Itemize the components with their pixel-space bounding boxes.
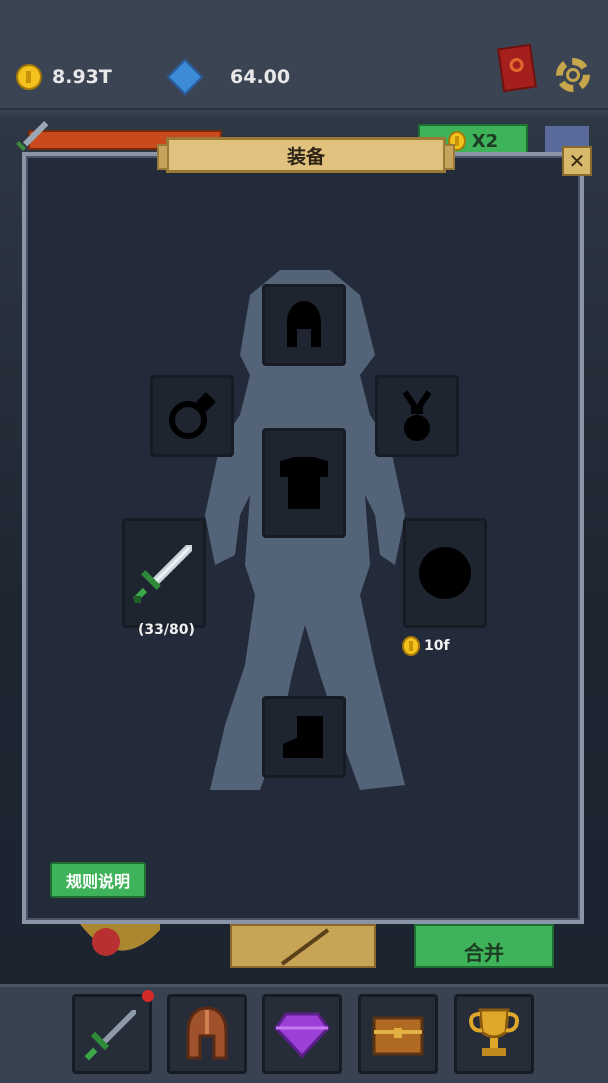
ring-icon — [169, 392, 216, 439]
spellbook-icon[interactable] — [497, 43, 537, 93]
sword-icon — [84, 1010, 136, 1061]
gold-counter: 8.93T — [16, 60, 112, 94]
gear-icon[interactable] — [556, 58, 590, 92]
ring-slot[interactable] — [150, 375, 234, 457]
gold-coin-icon — [16, 64, 42, 90]
boots-icon — [283, 716, 323, 758]
armor-slot[interactable] — [262, 428, 346, 538]
amulet-slot[interactable] — [375, 375, 459, 457]
nav-gems[interactable] — [262, 994, 342, 1074]
upgrade-button[interactable] — [230, 924, 376, 968]
armor-icon — [280, 457, 328, 509]
gem-value: 64.00 — [230, 66, 291, 88]
trophy-icon — [469, 1008, 519, 1056]
attack-icon — [80, 924, 160, 956]
nav-armor[interactable] — [167, 994, 247, 1074]
weapon-progress-label: (33/80) — [138, 622, 195, 638]
multiplier-label: X2 — [471, 130, 499, 152]
nav-trophy[interactable] — [454, 994, 534, 1074]
merge-button[interactable]: 合并 — [414, 924, 554, 968]
blue-gem-icon — [166, 58, 204, 96]
purple-gem-icon — [274, 1012, 330, 1058]
helmet-icon — [186, 1006, 228, 1060]
sword-icon — [132, 545, 192, 603]
close-icon[interactable]: ✕ — [562, 146, 592, 176]
weapon-slot[interactable] — [122, 518, 206, 628]
nav-chest[interactable] — [358, 994, 438, 1074]
spear-icon — [280, 928, 330, 966]
modal-title: 装备 — [157, 137, 455, 173]
shield-price-value: 10f — [424, 638, 450, 654]
shield-icon — [419, 547, 471, 599]
merge-button-label: 合并 — [464, 941, 504, 965]
nav-weapons[interactable] — [72, 994, 152, 1074]
gold-value: 8.93T — [52, 66, 112, 88]
gem-counter: 64.00 — [166, 58, 291, 96]
helmet-icon — [287, 301, 321, 347]
shield-price: 10f — [402, 636, 450, 656]
amulet-icon — [402, 390, 432, 441]
boots-slot[interactable] — [262, 696, 346, 778]
notification-dot — [142, 990, 154, 1002]
shield-slot[interactable] — [403, 518, 487, 628]
helmet-slot[interactable] — [262, 284, 346, 366]
gold-coin-icon — [402, 636, 420, 656]
treasure-chest-icon — [372, 1016, 424, 1056]
rules-button[interactable]: 规则说明 — [50, 862, 146, 898]
